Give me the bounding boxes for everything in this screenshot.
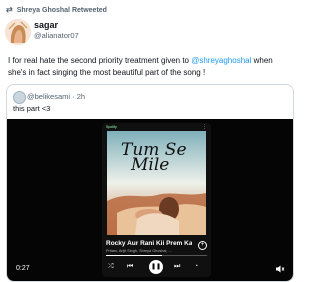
album-cover: Tum Se Mile <box>107 131 206 235</box>
quoted-avatar[interactable] <box>13 91 26 104</box>
avatar[interactable] <box>5 19 31 45</box>
next-icon: ⏭ <box>174 263 181 270</box>
shuffle-icon: ⤮ <box>108 263 114 270</box>
quoted-tweet[interactable]: @belikesami · 2h this part <3 Spotify ⋮ <box>6 84 294 282</box>
cover-title: Tum Se Mile <box>121 142 187 175</box>
timer-icon: ◔ <box>194 263 199 270</box>
spotify-badge: Spotify <box>106 125 117 129</box>
quoted-handle-time[interactable]: @belikesami · 2h <box>27 92 85 101</box>
song-title: Rocky Aur Rani Kii Prem Kahani <box>106 240 192 247</box>
song-progress-fill <box>106 255 162 256</box>
playback-controls: ⤮ ⏮ ❚❚ ⏭ ◔ <box>108 260 205 274</box>
retweet-label: Shreya Ghoshal Retweeted <box>16 6 107 14</box>
retweet-icon: ⇄ <box>6 5 13 14</box>
retweet-row[interactable]: ⇄ Shreya Ghoshal Retweeted <box>6 4 107 16</box>
cover-title-line-2: Mile <box>131 155 170 175</box>
song-artists: Pritam, Arijit Singh, Shreya Ghoshal, ..… <box>106 249 172 253</box>
mute-icon[interactable] <box>275 264 285 274</box>
avatar-image <box>5 19 31 45</box>
video-elapsed-time: 0:27 <box>16 265 30 272</box>
pause-icon: ❚❚ <box>149 260 163 274</box>
mention-link[interactable]: @shreyaghoshal <box>191 56 251 65</box>
video-player[interactable]: Spotify ⋮ Tum Se Mile Rocky Aur Rani Kii… <box>7 119 293 281</box>
more-icon: ⋮ <box>202 124 207 130</box>
previous-icon: ⏮ <box>127 263 134 270</box>
spotify-screen: Spotify ⋮ Tum Se Mile Rocky Aur Rani Kii… <box>102 123 211 277</box>
add-icon: + <box>198 241 207 250</box>
author-handle[interactable]: @alianator07 <box>34 31 79 40</box>
author-name[interactable]: sagar <box>34 20 58 30</box>
tweet-text: I for real hate the second priority trea… <box>8 55 290 79</box>
quoted-text: this part <3 <box>13 104 51 113</box>
tweet-text-part-1: I for real hate the second priority trea… <box>8 56 192 65</box>
song-progress-bar <box>106 255 207 256</box>
